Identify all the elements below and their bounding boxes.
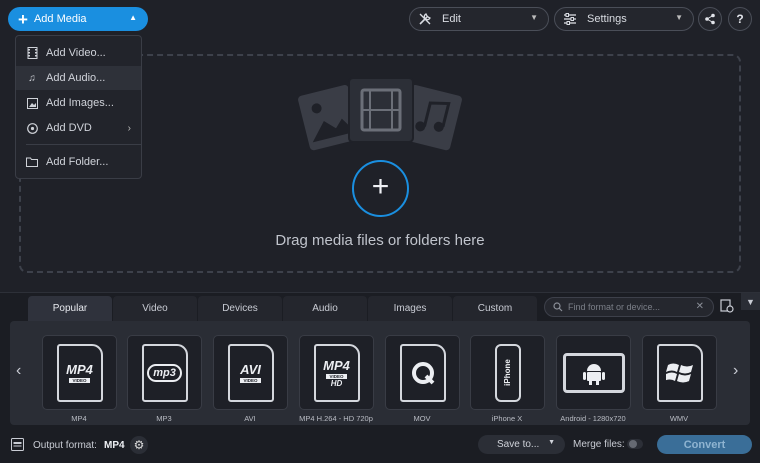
format-search: ✕: [544, 297, 714, 317]
output-format-label: Output format:: [33, 440, 97, 451]
format-label: WMV: [669, 414, 689, 423]
format-tile-iphone-x[interactable]: iPhone: [470, 335, 545, 410]
edit-button[interactable]: Edit ▼: [409, 7, 549, 31]
output-format-value: MP4: [104, 440, 125, 451]
media-illustration-icon: [298, 77, 462, 151]
format-tile-mp3[interactable]: mp3: [127, 335, 202, 410]
disc-icon: [26, 122, 38, 134]
menu-item-add-dvd[interactable]: Add DVD ›: [16, 116, 141, 140]
add-files-button[interactable]: +: [352, 160, 409, 217]
tab-label: Devices: [222, 303, 258, 314]
tab-label: Images: [393, 303, 427, 314]
format-label: MP3: [156, 414, 172, 423]
output-format-icon: [11, 438, 24, 451]
tab-images[interactable]: Images: [368, 296, 452, 321]
add-media-menu: Add Video... ♫ Add Audio... Add Images..…: [15, 35, 142, 179]
save-to-button[interactable]: Save to... ▼: [478, 435, 565, 454]
format-label: MP4 H.264 - HD 720p: [299, 414, 373, 423]
tab-label: Video: [142, 303, 168, 314]
tab-devices[interactable]: Devices: [198, 296, 282, 321]
formats-carousel: [10, 321, 750, 425]
chevron-down-icon: ▼: [530, 13, 538, 22]
format-tile-android[interactable]: [556, 335, 631, 410]
share-icon: [705, 13, 715, 25]
format-label: MOV: [413, 414, 431, 423]
merge-files-label: Merge files:: [573, 439, 625, 450]
settings-label: Settings: [587, 13, 627, 25]
plus-icon: +: [18, 9, 28, 29]
tools-icon: [419, 13, 431, 25]
save-to-label: Save to...: [497, 439, 540, 450]
folder-icon: [26, 156, 38, 168]
chevron-up-icon: ▲: [129, 13, 137, 22]
format-tile-mov[interactable]: [385, 335, 460, 410]
tab-popular[interactable]: Popular: [28, 296, 112, 321]
chevron-right-icon: ›: [127, 122, 131, 134]
chevron-down-icon: ▼: [548, 439, 555, 446]
avi-icon: AVI VIDEO: [227, 343, 274, 402]
tab-label: Popular: [52, 303, 88, 314]
merge-files-toggle[interactable]: [627, 439, 643, 449]
tab-custom[interactable]: Custom: [453, 296, 537, 321]
convert-button[interactable]: Convert: [657, 435, 752, 454]
iphone-icon: iPhone: [494, 343, 521, 402]
tab-label: Audio: [312, 303, 338, 314]
format-tile-avi[interactable]: AVI VIDEO: [213, 335, 288, 410]
share-button[interactable]: [698, 7, 722, 31]
android-icon: [562, 352, 625, 393]
mp3-icon: mp3: [141, 343, 188, 402]
search-input[interactable]: [568, 302, 698, 312]
format-label: iPhone X: [491, 414, 523, 423]
format-label: AVI: [244, 414, 256, 423]
collapse-panel-button[interactable]: ▼: [741, 293, 760, 310]
menu-item-label: Add Images...: [46, 97, 114, 109]
mp4-hd-icon: MP4 VIDEO HD: [313, 343, 360, 402]
scroll-left-button[interactable]: ‹: [16, 362, 21, 380]
menu-item-label: Add Video...: [46, 47, 106, 59]
windows-icon: [656, 343, 703, 402]
help-icon: ?: [736, 12, 744, 26]
image-icon: [26, 97, 38, 109]
menu-item-add-images[interactable]: Add Images...: [16, 91, 141, 115]
tab-audio[interactable]: Audio: [283, 296, 367, 321]
format-tile-wmv[interactable]: [642, 335, 717, 410]
film-icon: [26, 47, 38, 59]
sliders-icon: [564, 13, 576, 25]
tab-label: Custom: [477, 303, 513, 314]
music-note-icon: ♫: [28, 72, 36, 84]
search-icon: [553, 302, 563, 312]
conversion-settings-icon[interactable]: [720, 299, 734, 313]
menu-item-label: Add Folder...: [46, 156, 109, 168]
format-label: Android - 1280x720: [560, 414, 626, 423]
drop-zone-text: Drag media files or folders here: [275, 232, 485, 249]
quicktime-icon: [399, 343, 446, 402]
menu-item-add-audio[interactable]: ♫ Add Audio...: [16, 66, 141, 90]
chevron-right-icon: ›: [733, 362, 739, 379]
chevron-left-icon: ‹: [16, 362, 22, 379]
scroll-right-button[interactable]: ›: [733, 362, 738, 380]
menu-item-add-video[interactable]: Add Video...: [16, 41, 141, 65]
menu-item-label: Add Audio...: [46, 72, 106, 84]
menu-item-add-folder[interactable]: Add Folder...: [16, 150, 141, 174]
gear-icon: ⚙: [133, 438, 145, 452]
add-media-label: Add Media: [33, 13, 87, 25]
chevron-down-icon: ▼: [746, 296, 755, 307]
help-button[interactable]: ?: [728, 7, 752, 31]
menu-divider: [26, 144, 141, 145]
tab-video[interactable]: Video: [113, 296, 197, 321]
format-tile-mp4[interactable]: MP4 VIDEO: [42, 335, 117, 410]
settings-button[interactable]: Settings ▼: [554, 7, 694, 31]
format-label: MP4: [71, 414, 87, 423]
format-tile-mp4-hd[interactable]: MP4 VIDEO HD: [299, 335, 374, 410]
menu-item-label: Add DVD: [46, 122, 92, 134]
close-icon[interactable]: ✕: [696, 301, 704, 312]
add-media-button[interactable]: + Add Media ▲: [8, 7, 148, 31]
chevron-down-icon: ▼: [675, 13, 683, 22]
edit-label: Edit: [442, 13, 461, 25]
plus-icon: +: [371, 170, 390, 203]
output-settings-button[interactable]: ⚙: [130, 436, 148, 454]
mp4-icon: MP4 VIDEO: [56, 343, 103, 402]
